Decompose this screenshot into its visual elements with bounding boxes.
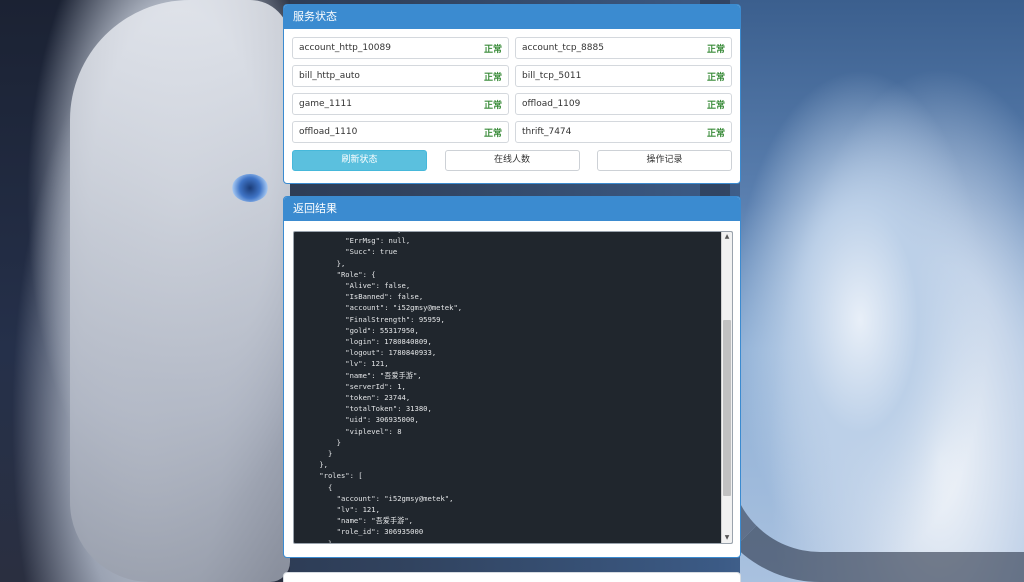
code-line: {	[302, 482, 333, 492]
code-line: "Role": {	[302, 269, 376, 279]
code-line: "viplevel": 8	[302, 426, 402, 436]
service-name: account_http_10089	[299, 43, 391, 53]
result-scrollbar[interactable]: ▲ ▼	[721, 232, 732, 543]
code-line: },	[302, 258, 346, 268]
service-name: offload_1110	[299, 127, 358, 137]
service-item-bill-tcp: bill_tcp_5011 正常	[515, 65, 732, 87]
code-line: "account": "i52gmsy@metek",	[302, 493, 454, 503]
code-line: "name": "吾爱手游",	[302, 516, 413, 526]
service-status: 正常	[483, 44, 502, 55]
service-name: offload_1109	[522, 99, 581, 109]
service-item-account-http: account_http_10089 正常	[292, 37, 509, 59]
next-panel-edge	[283, 572, 741, 582]
background-character-hair	[70, 0, 290, 582]
code-line: }	[302, 538, 333, 544]
code-line: "account": "i52gmsy@metek",	[302, 303, 463, 313]
service-status-title: 服务状态	[284, 5, 740, 29]
service-status: 正常	[483, 72, 502, 83]
code-line: "lv": 121,	[302, 505, 380, 515]
service-status: 正常	[483, 100, 502, 111]
service-status: 正常	[706, 72, 725, 83]
service-status: 正常	[483, 128, 502, 139]
service-status: 正常	[706, 44, 725, 55]
code-line: }	[302, 437, 341, 447]
service-name: account_tcp_8885	[522, 43, 604, 53]
code-line: "Succ": true	[302, 247, 398, 257]
service-item-bill-http: bill_http_auto 正常	[292, 65, 509, 87]
code-line: "uid": 306935000,	[302, 415, 419, 425]
scroll-thumb[interactable]	[723, 320, 731, 496]
status-actions: 刷新状态 在线人数 操作记录	[292, 150, 732, 171]
service-item-offload-1110: offload_1110 正常	[292, 121, 509, 143]
code-line: "serverId": 1,	[302, 381, 406, 391]
code-line: "totalToken": 31380,	[302, 404, 432, 414]
code-line: "IsBanned": false,	[302, 292, 424, 302]
background-character-eye	[232, 174, 268, 202]
code-line: "Alive": false,	[302, 281, 411, 291]
service-item-game: game_1111 正常	[292, 93, 509, 115]
result-json-text: "ErrCode": 0, "ErrMsg": null, "Succ": tr…	[294, 232, 720, 544]
service-status-panel: 服务状态 account_http_10089 正常 account_tcp_8…	[283, 4, 741, 184]
code-line: "login": 1780840809,	[302, 337, 432, 347]
code-line: }	[302, 449, 333, 459]
service-status: 正常	[706, 128, 725, 139]
code-line: "name": "吾爱手游",	[302, 370, 422, 380]
service-grid: account_http_10089 正常 account_tcp_8885 正…	[292, 37, 732, 143]
service-name: thrift_7474	[522, 127, 572, 137]
code-line: "ErrMsg": null,	[302, 236, 411, 246]
scroll-up-icon[interactable]: ▲	[722, 232, 732, 242]
service-item-account-tcp: account_tcp_8885 正常	[515, 37, 732, 59]
background-window-frame	[700, 0, 1024, 582]
service-name: bill_tcp_5011	[522, 71, 582, 81]
code-line: "lv": 121,	[302, 359, 389, 369]
code-line: },	[302, 460, 328, 470]
scroll-down-icon[interactable]: ▼	[722, 533, 732, 543]
code-line: "roles": [	[302, 471, 363, 481]
code-line: "logout": 1780840933,	[302, 348, 437, 358]
result-output[interactable]: "ErrCode": 0, "ErrMsg": null, "Succ": tr…	[293, 231, 733, 544]
result-panel: 返回结果 "ErrCode": 0, "ErrMsg": null, "Succ…	[283, 196, 741, 558]
service-item-thrift: thrift_7474 正常	[515, 121, 732, 143]
service-name: game_1111	[299, 99, 352, 109]
code-line: "gold": 55317950,	[302, 325, 419, 335]
service-item-offload-1109: offload_1109 正常	[515, 93, 732, 115]
code-line: "token": 23744,	[302, 393, 411, 403]
operation-log-button[interactable]: 操作记录	[597, 150, 732, 171]
service-name: bill_http_auto	[299, 71, 360, 81]
code-line: "role_id": 306935000	[302, 527, 424, 537]
refresh-status-button[interactable]: 刷新状态	[292, 150, 427, 171]
result-title: 返回结果	[284, 197, 740, 221]
code-line: "FinalStrength": 95959,	[302, 314, 445, 324]
service-status: 正常	[706, 100, 725, 111]
online-count-button[interactable]: 在线人数	[444, 150, 580, 171]
